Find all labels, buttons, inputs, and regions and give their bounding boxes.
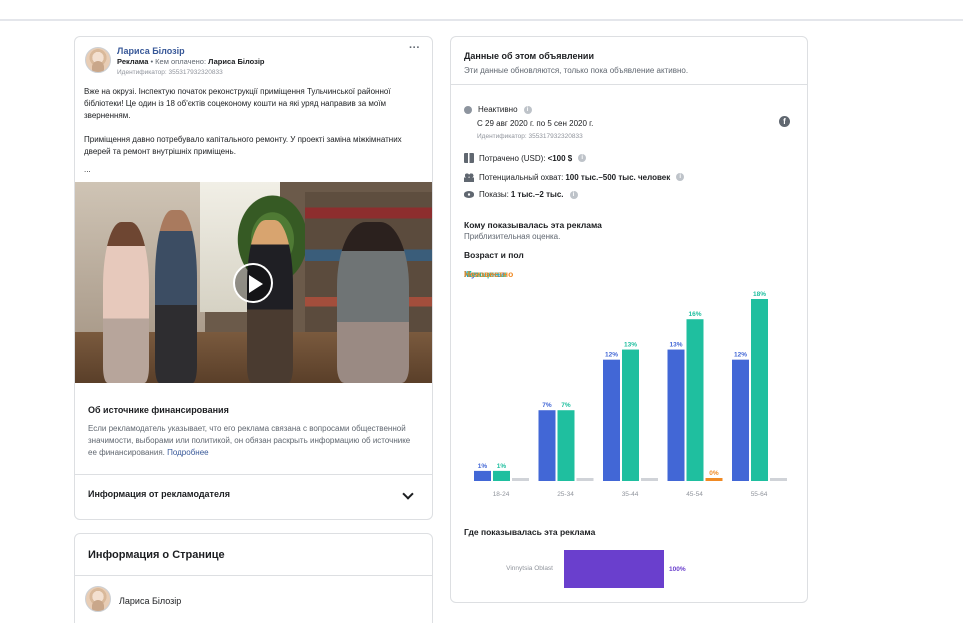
bar-unknown-25-34[interactable] xyxy=(576,478,594,481)
ad-identifier: Идентификатор: 355317932320833 xyxy=(117,69,223,76)
ad-data-subtitle: Эти данные обновляются, только пока объя… xyxy=(464,66,689,75)
top-bar xyxy=(0,0,963,21)
age-gender-title: Возраст и пол xyxy=(464,250,524,260)
video-person xyxy=(103,222,149,383)
data-label-male-35-44: 12% xyxy=(605,352,618,359)
bar-unknown-18-24[interactable] xyxy=(512,478,529,481)
bar-male-18-24[interactable] xyxy=(474,470,491,481)
divider xyxy=(75,474,432,475)
play-icon[interactable] xyxy=(233,263,273,303)
data-label-male-45-54: 13% xyxy=(669,342,682,349)
info-icon[interactable]: i xyxy=(676,173,685,181)
reach-label: Потенциальный охват: xyxy=(479,172,564,182)
post-text: Вже на окрузі. Інспектую початок реконст… xyxy=(84,86,419,170)
sponsored-line: Реклама • Кем оплачено: Лариса Білозір xyxy=(117,57,265,66)
video-person xyxy=(155,210,197,383)
people-icon xyxy=(464,172,474,182)
run-identifier: Идентификатор: 355317932320833 xyxy=(477,133,583,140)
building-icon xyxy=(464,153,474,163)
spent-row: Потрачено (USD): <100 $ i xyxy=(464,153,587,163)
post-paragraph-1: Вже на окрузі. Інспектую початок реконст… xyxy=(84,87,391,120)
funding-title: Об источнике финансирования xyxy=(88,405,229,415)
x-tick-label: 18-24 xyxy=(493,491,510,498)
ad-preview-card: Лариса Білозір Реклама • Кем оплачено: Л… xyxy=(74,36,433,520)
page-avatar[interactable] xyxy=(85,586,111,612)
data-label-male-18-24: 1% xyxy=(478,463,488,470)
bar-female-45-54[interactable] xyxy=(686,319,704,481)
page-info-title: Информация о Странице xyxy=(88,549,225,561)
reach-row: Потенциальный охват: 100 тыс.–500 тыс. ч… xyxy=(464,172,685,182)
chart-legend: Мужчины Женщины Неизвестно xyxy=(464,269,584,281)
paid-by-prefix: • Кем оплачено: xyxy=(148,57,209,66)
author-name[interactable]: Лариса Білозір xyxy=(117,46,185,56)
advertiser-info-toggle[interactable]: Информация от рекламодателя xyxy=(88,489,230,499)
info-icon[interactable]: i xyxy=(569,190,578,199)
bar-male-35-44[interactable] xyxy=(603,359,620,481)
impressions-label: Показы: xyxy=(479,190,509,199)
inactive-status-icon xyxy=(464,105,472,114)
video-player[interactable] xyxy=(75,182,432,383)
page-name[interactable]: Лариса Білозір xyxy=(119,596,181,606)
age-gender-bar-chart: 1% 1% 18-24 7% 7% 25-34 12% 13% 35-44 13% 16% 0% 45-… xyxy=(474,291,787,498)
spent-label: Потрачено (USD): xyxy=(479,153,546,163)
data-label-female-45-54: 16% xyxy=(688,311,701,318)
legend-unknown[interactable]: Неизвестно xyxy=(464,269,513,279)
data-label-male-25-34: 7% xyxy=(542,402,552,409)
divider xyxy=(75,575,432,576)
x-tick-label: 25-34 xyxy=(557,491,574,498)
run-dates: С 29 авг 2020 г. по 5 сен 2020 г. xyxy=(477,119,594,128)
data-label-female-35-44: 13% xyxy=(624,342,637,349)
sponsored-label: Реклама xyxy=(117,57,149,66)
data-label-male-55-64: 12% xyxy=(734,352,747,359)
bar-male-55-64[interactable] xyxy=(732,359,749,481)
bar-female-35-44[interactable] xyxy=(622,349,639,481)
bar-unknown-35-44[interactable] xyxy=(641,478,658,481)
status-row: Неактивно i xyxy=(464,105,532,114)
info-icon[interactable]: i xyxy=(578,154,587,162)
bar-unknown-55-64[interactable] xyxy=(770,478,787,481)
audience-title: Кому показывалась эта реклама xyxy=(464,220,602,230)
region-label: Vinnytsia Oblast xyxy=(506,565,553,572)
bar-male-25-34[interactable] xyxy=(538,410,556,481)
post-ellipsis: ... xyxy=(84,165,91,174)
impressions-row: Показы: 1 тыс.–2 тыс. i xyxy=(464,190,578,199)
bar-male-45-54[interactable] xyxy=(667,349,685,481)
ad-data-title: Данные об этом объявлении xyxy=(464,51,594,61)
reach-value: 100 тыс.–500 тыс. человек xyxy=(565,172,671,182)
status-text: Неактивно xyxy=(478,105,518,114)
bar-female-25-34[interactable] xyxy=(557,410,575,481)
funding-description: Если рекламодатель указывает, что его ре… xyxy=(88,424,411,457)
info-icon[interactable]: i xyxy=(523,105,532,114)
ad-data-card: Данные об этом объявлении Эти данные обн… xyxy=(450,36,808,603)
video-person xyxy=(337,222,409,383)
data-label-female-25-34: 7% xyxy=(561,402,571,409)
page-info-card: Информация о Странице Лариса Білозір xyxy=(74,533,433,623)
chevron-down-icon[interactable] xyxy=(402,488,414,500)
post-paragraph-2: Приміщення давно потребувало капітальног… xyxy=(84,135,402,156)
location-title: Где показывалась эта реклама xyxy=(464,527,596,537)
region-percent: 100% xyxy=(669,566,686,573)
bar-female-18-24[interactable] xyxy=(493,470,510,481)
funding-text: Если рекламодатель указывает, что его ре… xyxy=(88,423,418,459)
x-tick-label: 45-54 xyxy=(686,491,703,498)
paid-by-name: Лариса Білозір xyxy=(208,57,265,66)
region-bar xyxy=(564,550,664,588)
bar-unknown-45-54[interactable] xyxy=(705,478,723,481)
data-label-female-18-24: 1% xyxy=(497,463,507,470)
facebook-platform-icon: f xyxy=(779,116,790,127)
more-dots-icon[interactable]: ··· xyxy=(409,42,420,54)
eye-icon xyxy=(464,191,474,198)
x-tick-label: 55-64 xyxy=(751,491,768,498)
audience-subtitle: Приблизительная оценка. xyxy=(464,232,561,241)
bar-female-55-64[interactable] xyxy=(751,299,768,481)
divider xyxy=(451,84,807,85)
spent-value: <100 $ xyxy=(547,153,573,163)
author-avatar[interactable] xyxy=(85,47,111,73)
impressions-value: 1 тыс.–2 тыс. xyxy=(510,190,564,199)
data-label-unknown-45-54: 0% xyxy=(709,470,719,477)
data-label-female-55-64: 18% xyxy=(753,291,766,298)
x-tick-label: 35-44 xyxy=(622,491,639,498)
learn-more-link[interactable]: Подробнее xyxy=(167,448,209,457)
